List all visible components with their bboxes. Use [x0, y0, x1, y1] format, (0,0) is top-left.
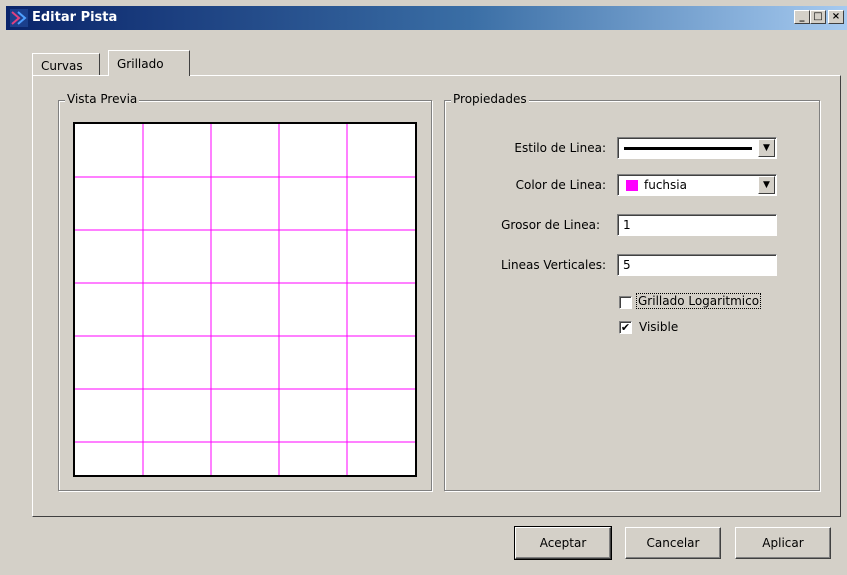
title-bar[interactable]: Editar Pista _ □ ×: [6, 6, 847, 30]
line-style-select[interactable]: ▼: [617, 137, 777, 159]
line-style-sample: [624, 147, 752, 150]
tab-curvas[interactable]: Curvas: [32, 53, 100, 75]
visible-checkbox[interactable]: ✔: [619, 321, 632, 334]
preview-group-title: Vista Previa: [65, 92, 140, 106]
line-width-label: Grosor de Linea:: [501, 218, 600, 232]
accept-button[interactable]: Aceptar: [514, 526, 612, 560]
close-button[interactable]: ×: [828, 10, 844, 24]
minimize-button[interactable]: _: [794, 10, 810, 24]
color-swatch: [626, 180, 638, 191]
line-width-input[interactable]: 1: [617, 214, 777, 236]
line-color-value: fuchsia: [644, 178, 687, 192]
visible-label[interactable]: Visible: [639, 320, 678, 334]
chevron-down-icon[interactable]: ▼: [758, 176, 775, 194]
grid-preview: [73, 122, 417, 477]
apply-button[interactable]: Aplicar: [735, 527, 831, 559]
tab-grillado[interactable]: Grillado: [108, 50, 190, 76]
properties-group-title: Propiedades: [451, 92, 529, 106]
line-style-label: Estilo de Linea:: [514, 141, 606, 155]
logarithmic-grid-checkbox[interactable]: [619, 296, 632, 309]
grid-preview-canvas: [75, 124, 415, 475]
maximize-button[interactable]: □: [810, 10, 826, 24]
vertical-lines-label: Lineas Verticales:: [500, 258, 606, 272]
logarithmic-grid-label[interactable]: Grillado Logaritmico: [635, 293, 762, 309]
window-title: Editar Pista: [32, 10, 118, 25]
chevron-down-icon[interactable]: ▼: [758, 139, 775, 157]
line-color-label: Color de Linea:: [515, 178, 606, 192]
vertical-lines-input[interactable]: 5: [617, 254, 777, 276]
line-color-select[interactable]: fuchsia ▼: [617, 174, 777, 196]
tab-curvas-label: Curvas: [41, 59, 83, 73]
cancel-button[interactable]: Cancelar: [625, 527, 721, 559]
app-logo-icon: [10, 9, 28, 27]
tab-grillado-label: Grillado: [117, 57, 164, 71]
